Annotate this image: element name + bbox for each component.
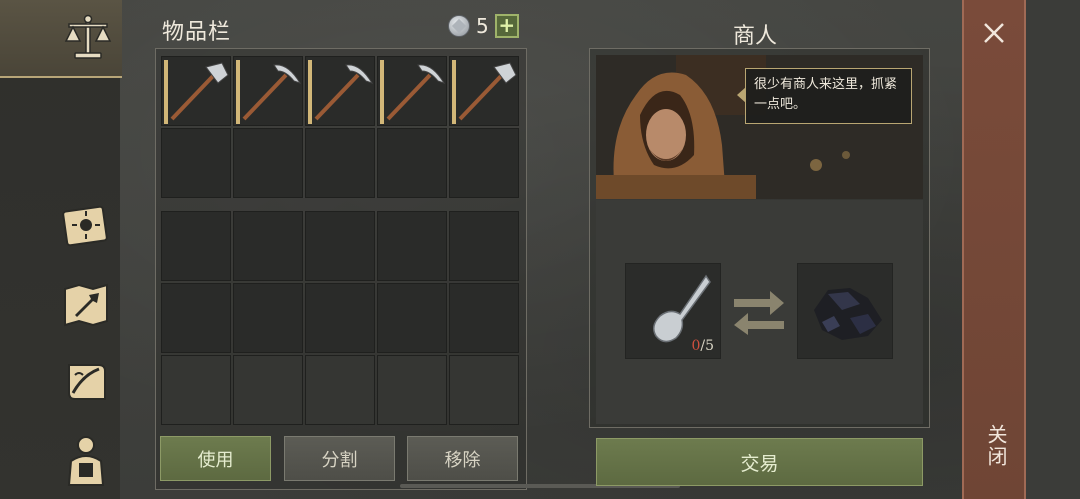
split-button[interactable]: 分割: [284, 436, 395, 481]
inventory-slot[interactable]: [305, 283, 375, 353]
right-edge: [1026, 0, 1080, 499]
close-icon[interactable]: [981, 20, 1007, 46]
pickaxe-icon: [242, 64, 302, 121]
silver-coin-icon: [448, 15, 470, 37]
axe-icon: [458, 62, 517, 121]
inventory-slot[interactable]: [377, 56, 447, 126]
inventory-slot-locked: [377, 355, 447, 425]
inventory-slot[interactable]: [161, 56, 231, 126]
inventory-grid-top: [161, 56, 519, 198]
inventory-slot[interactable]: [233, 283, 303, 353]
inventory-slot[interactable]: [449, 211, 519, 281]
merchant-title: 商人: [733, 24, 778, 49]
currency-display: 5 +: [448, 14, 519, 38]
map-arrow-icon[interactable]: [58, 276, 114, 332]
exchange-arrows-icon: [734, 291, 784, 335]
sun-book-icon[interactable]: [58, 198, 114, 254]
scroll-quill-icon[interactable]: [58, 354, 114, 410]
inventory-slot[interactable]: [377, 283, 447, 353]
inventory-slot[interactable]: [305, 56, 375, 126]
sidebar: [0, 0, 122, 499]
inventory-slot[interactable]: [377, 128, 447, 198]
merchant-speech-bubble: 很少有商人来这里，抓紧一点吧。: [737, 68, 912, 124]
inventory-slot[interactable]: [449, 283, 519, 353]
pickaxe-icon: [386, 64, 446, 121]
trade-offer-slot[interactable]: 0/5: [625, 263, 721, 359]
remove-button[interactable]: 移除: [407, 436, 518, 481]
add-currency-button[interactable]: +: [494, 14, 519, 38]
inventory-slot-locked: [305, 355, 375, 425]
inventory-slot-locked: [449, 355, 519, 425]
close-label[interactable]: 关闭: [982, 424, 1011, 468]
inventory-slot[interactable]: [449, 128, 519, 198]
inventory-slot[interactable]: [305, 128, 375, 198]
inventory-slot[interactable]: [233, 56, 303, 126]
trade-reward-slot[interactable]: [797, 263, 893, 359]
inventory-slot-locked: [161, 355, 231, 425]
use-button[interactable]: 使用: [160, 436, 271, 481]
trade-button[interactable]: 交易: [596, 438, 923, 486]
character-backpack-icon[interactable]: [58, 432, 114, 488]
axe-icon: [170, 62, 229, 121]
inventory-slot[interactable]: [233, 128, 303, 198]
inventory-slot[interactable]: [377, 211, 447, 281]
inventory-slot[interactable]: [305, 211, 375, 281]
pickaxe-icon: [314, 64, 374, 121]
inventory-slot[interactable]: [233, 211, 303, 281]
coal-icon: [814, 288, 882, 340]
balance-scale-icon[interactable]: [60, 10, 116, 66]
inventory-slot[interactable]: [161, 283, 231, 353]
inventory-slot[interactable]: [161, 128, 231, 198]
inventory-slot[interactable]: [161, 211, 231, 281]
trade-offer-count: 0/5: [691, 338, 714, 354]
currency-count: 5: [476, 14, 489, 38]
inventory-slot[interactable]: [449, 56, 519, 126]
inventory-slot-locked: [233, 355, 303, 425]
inventory-title: 物品栏: [162, 20, 232, 45]
inventory-grid-bottom: [161, 211, 519, 425]
